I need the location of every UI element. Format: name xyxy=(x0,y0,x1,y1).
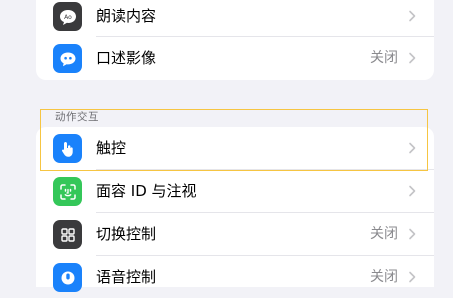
chevron-right-icon xyxy=(409,185,416,197)
row-label: 语音控制 xyxy=(96,268,157,286)
row-value: 关闭 xyxy=(370,50,398,66)
quote-bubble-icon xyxy=(53,44,82,73)
switch-control-icon xyxy=(53,220,82,249)
row-speak-content[interactable]: Ao 朗读内容 xyxy=(36,0,434,37)
hand-touch-icon xyxy=(53,134,82,163)
row-value: 关闭 xyxy=(370,269,398,285)
row-audio-description[interactable]: 口述影像 关闭 xyxy=(36,37,434,79)
svg-text:Ao: Ao xyxy=(64,14,72,21)
chevron-right-icon xyxy=(409,10,416,22)
row-value: 关闭 xyxy=(370,226,398,242)
chevron-right-icon xyxy=(409,52,416,64)
row-label: 触控 xyxy=(96,139,127,157)
row-label: 面容 ID 与注视 xyxy=(96,182,197,200)
row-switch-control[interactable]: 切换控制 关闭 xyxy=(36,213,434,255)
chevron-right-icon xyxy=(409,271,416,283)
speech-bubble-icon: Ao xyxy=(53,2,82,31)
voice-control-icon xyxy=(53,263,82,292)
settings-group-top: Ao 朗读内容 口述影像 关闭 xyxy=(36,0,434,80)
row-face-id-attention[interactable]: 面容 ID 与注视 xyxy=(36,170,434,212)
row-label: 切换控制 xyxy=(96,225,157,243)
chevron-right-icon xyxy=(409,142,416,154)
chevron-right-icon xyxy=(409,228,416,240)
row-touch[interactable]: 触控 xyxy=(36,127,434,169)
face-id-icon xyxy=(53,177,82,206)
row-label: 朗读内容 xyxy=(96,7,157,25)
settings-group-interaction: 触控 面容 ID 与注视 切换控制 关闭 语音控制 关闭 xyxy=(36,127,434,292)
row-voice-control[interactable]: 语音控制 关闭 xyxy=(36,256,434,298)
section-header: 动作交互 xyxy=(55,111,99,123)
row-label: 口述影像 xyxy=(96,49,157,67)
